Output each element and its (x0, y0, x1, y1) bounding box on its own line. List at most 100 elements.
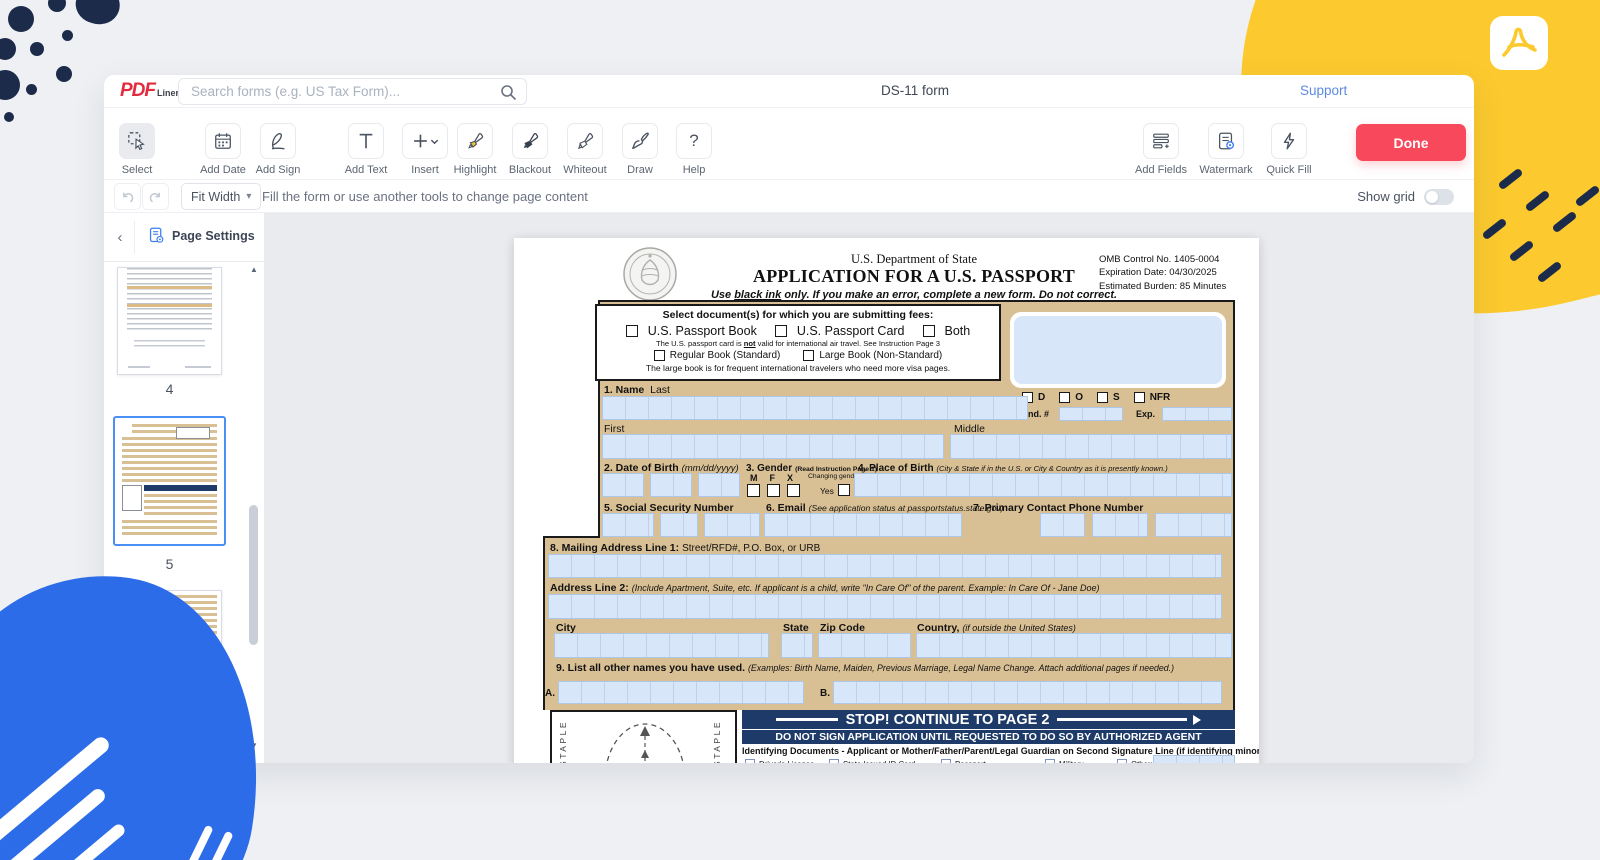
decor-dot (62, 30, 73, 41)
endorsement-s-checkbox[interactable] (1097, 392, 1108, 403)
blackout-brush-icon (520, 131, 540, 151)
thumb-navy-band (144, 485, 217, 491)
field-address-line1[interactable] (548, 554, 1222, 578)
field-ssn-2[interactable] (660, 513, 698, 537)
gender-m-checkbox[interactable] (747, 484, 760, 497)
show-grid-label: Show grid (1357, 189, 1415, 204)
field-state[interactable] (781, 633, 813, 658)
drivers-license-checkbox[interactable] (745, 759, 755, 763)
search-input[interactable] (191, 79, 491, 104)
support-link[interactable]: Support (1300, 83, 1347, 98)
passport-book-label: U.S. Passport Book (648, 324, 757, 338)
field-first-name[interactable] (602, 434, 944, 459)
calendar-icon (213, 131, 233, 151)
field-phone-3[interactable] (1155, 513, 1232, 537)
s9-hint: (Examples: Birth Name, Maiden, Previous … (748, 663, 1174, 673)
page-thumbnail-5-selected[interactable] (113, 416, 226, 546)
redo-button[interactable] (142, 183, 169, 210)
passport-book-checkbox[interactable] (626, 325, 638, 337)
passport-id-checkbox[interactable] (941, 759, 951, 763)
field-dob-day[interactable] (650, 473, 692, 497)
field-dob-year[interactable] (698, 473, 740, 497)
add-fields-button[interactable]: Add Fields (1133, 123, 1189, 176)
large-book-checkbox[interactable] (803, 350, 814, 361)
add-text-button[interactable]: Add Text (338, 123, 394, 176)
end-number-field[interactable] (1059, 407, 1123, 421)
field-email[interactable] (764, 513, 962, 537)
field-other-document[interactable] (1153, 755, 1235, 763)
show-grid-toggle[interactable] (1424, 189, 1454, 205)
page-settings-label: Page Settings (172, 229, 255, 243)
document-canvas: U.S. Department of State APPLICATION FOR… (265, 213, 1474, 763)
field-ssn-1[interactable] (602, 513, 654, 537)
paintbrush-icon (630, 131, 650, 151)
endorsement-o-checkbox[interactable] (1059, 392, 1070, 403)
both-checkbox[interactable] (923, 325, 935, 337)
s1-last-label: Last (650, 384, 670, 396)
endorsement-d-label: D (1038, 392, 1045, 403)
field-ssn-3[interactable] (704, 513, 760, 537)
blackout-button[interactable]: Blackout (502, 123, 558, 176)
thumb-footer-line (185, 366, 211, 368)
military-checkbox[interactable] (1045, 759, 1055, 763)
doc-title-line: APPLICATION FOR A U.S. PASSPORT (674, 266, 1154, 287)
highlight-button[interactable]: Highlight (447, 123, 503, 176)
gender-x-checkbox[interactable] (787, 484, 800, 497)
field-place-of-birth[interactable] (854, 473, 1232, 497)
done-button[interactable]: Done (1356, 124, 1466, 161)
add-date-button[interactable]: Add Date (195, 123, 251, 176)
watermark-button[interactable]: Watermark (1198, 123, 1254, 176)
field-last-name[interactable] (602, 396, 1028, 420)
s3-yes-label: Yes (820, 486, 834, 496)
photo-staple-box: STAPLE STAPLE (550, 710, 737, 763)
pdf-logo-badge (1490, 16, 1548, 70)
field-zip[interactable] (818, 633, 911, 658)
zoom-mode-dropdown[interactable]: Fit Width ▾ (181, 183, 261, 210)
page-number-5: 5 (117, 556, 222, 572)
chevron-down-icon: ▾ (246, 191, 251, 202)
other-checkbox[interactable] (1117, 759, 1127, 763)
scroll-up-arrow[interactable]: ▲ (247, 265, 261, 275)
draw-button[interactable]: Draw (612, 123, 668, 176)
s4-hint: (City & State if in the U.S. or City & C… (937, 464, 1168, 473)
drivers-license-label: Driver's License (759, 760, 814, 763)
quick-fill-button[interactable]: Quick Fill (1261, 123, 1317, 176)
pdfliner-logo[interactable]: PDF Liner (120, 80, 179, 102)
field-dob-month[interactable] (602, 473, 644, 497)
toolbar: Select Add Date Add Sign (104, 108, 1474, 180)
help-button[interactable]: ? Help (666, 123, 722, 176)
exp-field[interactable] (1162, 407, 1232, 421)
field-phone-2[interactable] (1092, 513, 1148, 537)
field-phone-1[interactable] (1040, 513, 1085, 537)
field-country[interactable] (916, 633, 1232, 658)
page-thumbnail-4[interactable] (117, 267, 222, 375)
collapse-sidebar-button[interactable]: ‹ (108, 225, 132, 249)
field-address-line2[interactable] (548, 594, 1222, 619)
field-city[interactable] (554, 633, 769, 658)
field-other-name-b[interactable] (833, 681, 1222, 704)
passport-card-checkbox[interactable] (775, 325, 787, 337)
gender-f-checkbox[interactable] (767, 484, 780, 497)
field-other-name-a[interactable] (558, 681, 804, 704)
whiteout-brush-icon (575, 131, 595, 151)
regular-book-checkbox[interactable] (654, 350, 665, 361)
undo-button[interactable] (114, 183, 141, 210)
banner-dash-left (776, 718, 838, 721)
page-settings-button[interactable]: Page Settings (148, 227, 255, 244)
field-middle-name[interactable] (950, 434, 1232, 459)
form-step-border (543, 536, 600, 538)
add-sign-button[interactable]: Add Sign (250, 123, 306, 176)
thumb-highlight-line (127, 304, 212, 307)
search-icon[interactable] (500, 84, 516, 100)
select-button[interactable]: Select (109, 123, 165, 176)
s9-b-label: B. (820, 688, 830, 699)
line2-label: Address Line 2: (550, 582, 629, 594)
logo-pdf-text: PDF (120, 80, 155, 102)
gender-change-yes-checkbox[interactable] (838, 484, 850, 496)
banner-dash-right (1057, 718, 1187, 721)
endorsement-nfr-checkbox[interactable] (1134, 392, 1145, 403)
sidebar-scrollbar-thumb[interactable] (249, 505, 258, 645)
state-id-checkbox[interactable] (829, 759, 839, 763)
barcode-field[interactable] (1014, 316, 1222, 384)
whiteout-button[interactable]: Whiteout (557, 123, 613, 176)
